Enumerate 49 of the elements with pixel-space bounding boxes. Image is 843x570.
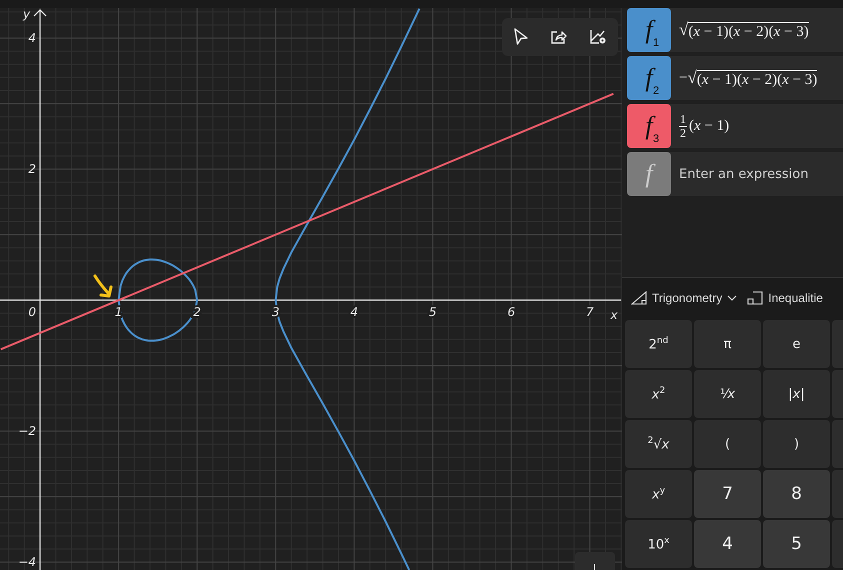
y-tick-label: −4 bbox=[18, 555, 36, 570]
function-color-button[interactable]: f$_{2}$ bbox=[627, 56, 671, 100]
keypad-key[interactable]: 7 bbox=[694, 470, 761, 518]
keypad-key[interactable]: 10$^{x}$ bbox=[625, 520, 692, 568]
keypad-key[interactable]: 2$^{nd}$ bbox=[625, 320, 692, 368]
function-entry[interactable]: f$_{1}$ √(x − 1)(x − 2)(x − 3) bbox=[627, 8, 843, 52]
graph-settings-icon[interactable] bbox=[589, 29, 608, 45]
zoom-button[interactable] bbox=[575, 552, 615, 570]
minus-sign: − bbox=[679, 70, 688, 86]
square-root-sign: √ bbox=[687, 68, 697, 88]
keypad-key[interactable]: $^{2}$√x bbox=[625, 420, 692, 468]
expression-text: (x − 1)(x − 2)(x − 3) bbox=[688, 22, 809, 40]
y-tick-label: 2 bbox=[28, 162, 36, 176]
keypad-key[interactable]: 4 bbox=[694, 520, 761, 568]
square-root-sign: √ bbox=[679, 20, 688, 40]
triangle-icon bbox=[631, 291, 647, 305]
x-tick-label: 5 bbox=[428, 305, 437, 320]
inequalities-menu-button[interactable]: Inequalitie bbox=[747, 291, 823, 305]
keypad-key[interactable]: e bbox=[763, 320, 830, 368]
expression-input[interactable]: Enter an expression bbox=[679, 166, 829, 182]
keypad-key[interactable]: ( bbox=[694, 420, 761, 468]
y-tick-label: −2 bbox=[18, 424, 36, 438]
keypad-key[interactable]: π bbox=[694, 320, 761, 368]
function-color-button[interactable]: f$_{1}$ bbox=[627, 8, 671, 52]
squares-icon bbox=[747, 291, 764, 305]
keypad-key[interactable]: ¹⁄x bbox=[694, 370, 761, 418]
x-tick-label: 7 bbox=[586, 305, 594, 320]
x-tick-label: 6 bbox=[507, 305, 516, 320]
keypad-key[interactable]: x$^{y}$ bbox=[625, 470, 692, 518]
function-color-button[interactable]: f$_{3}$ bbox=[627, 104, 671, 148]
keypad-key[interactable]: ) bbox=[763, 420, 830, 468]
trigonometry-menu-button[interactable]: Trigonometry bbox=[631, 291, 738, 305]
keypad-key[interactable]: 8 bbox=[763, 470, 830, 518]
x-tick-label: 4 bbox=[350, 305, 358, 320]
fraction-numerator: 1 bbox=[679, 112, 687, 126]
expression-text: (x − 1)(x − 2)(x − 3) bbox=[696, 70, 818, 88]
origin-label: 0 bbox=[28, 305, 36, 320]
y-tick-label: 4 bbox=[28, 31, 36, 46]
share-icon[interactable] bbox=[550, 29, 568, 45]
function-entry[interactable]: f$_{2}$ −√(x − 1)(x − 2)(x − 3) bbox=[627, 56, 843, 100]
hand-drawn-arrow-drawing bbox=[94, 274, 112, 298]
cursor-icon[interactable] bbox=[512, 28, 529, 46]
keypad-key[interactable]: 5 bbox=[763, 520, 830, 568]
fraction-denominator: 2 bbox=[680, 126, 686, 140]
expression-text: (x − 1) bbox=[689, 118, 730, 134]
y-axis-label: y bbox=[22, 8, 30, 21]
x-axis-label: x bbox=[610, 308, 618, 322]
keypad-key[interactable]: |x| bbox=[763, 370, 830, 418]
keypad-key[interactable]: x$^{2}$ bbox=[625, 370, 692, 418]
